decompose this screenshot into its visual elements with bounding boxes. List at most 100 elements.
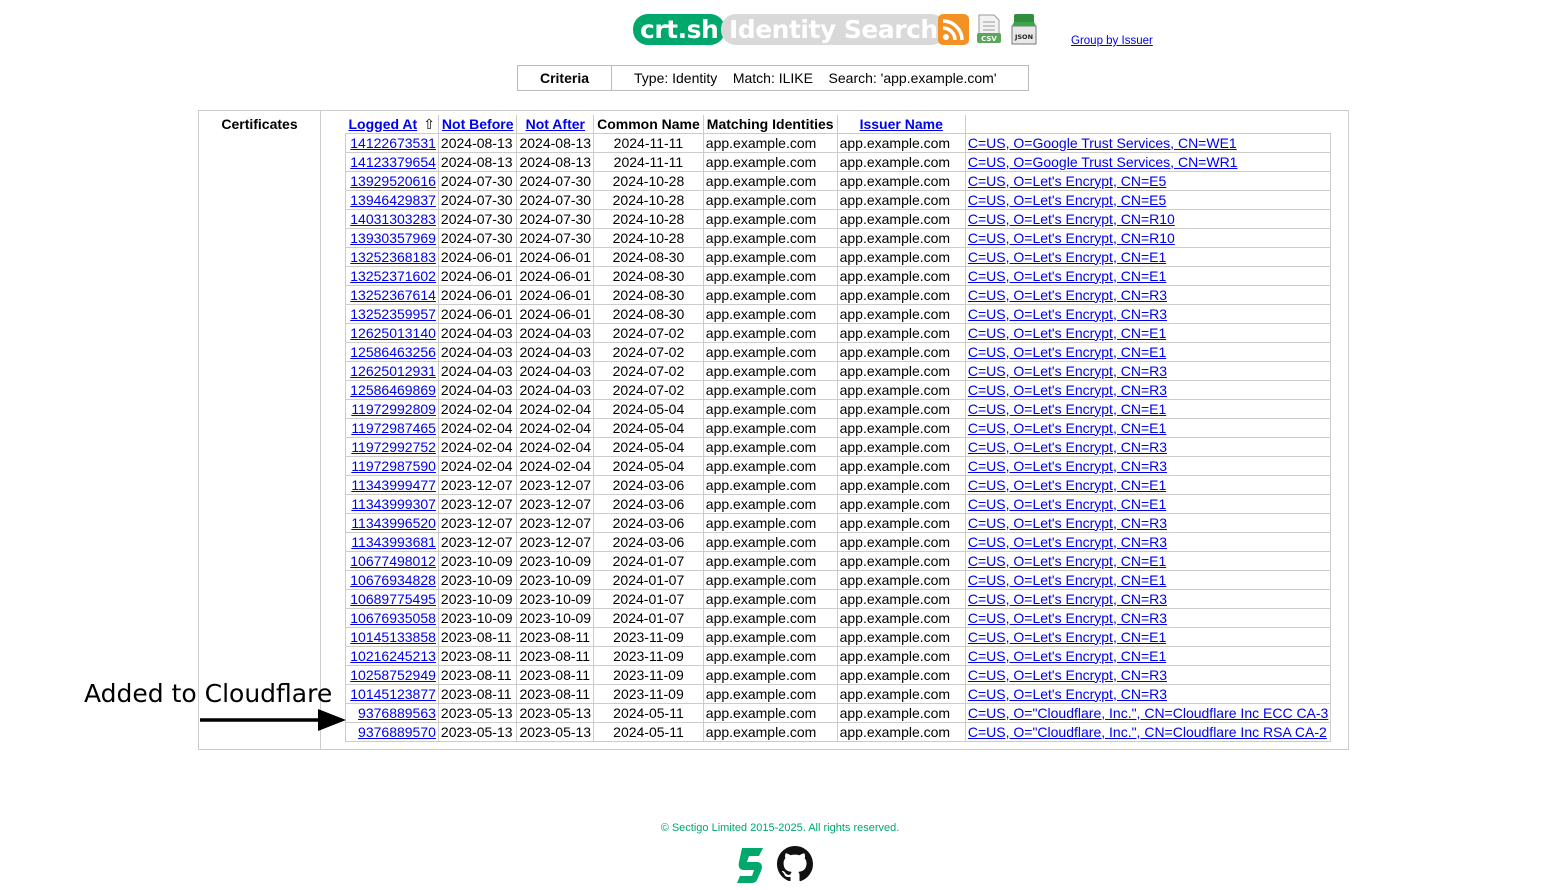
cert-id-link[interactable]: 13930357969 [350,230,436,246]
issuer-link[interactable]: C=US, O=Let's Encrypt, CN=E1 [968,553,1166,569]
issuer-link[interactable]: C=US, O=Let's Encrypt, CN=R3 [968,515,1167,531]
issuer-link[interactable]: C=US, O=Let's Encrypt, CN=E1 [968,629,1166,645]
issuer-link[interactable]: C=US, O=Let's Encrypt, CN=R3 [968,363,1167,379]
issuer-link[interactable]: C=US, O=Let's Encrypt, CN=R10 [968,211,1175,227]
cert-id-link[interactable]: 11972992809 [351,401,436,417]
cert-id-link[interactable]: 14122673531 [350,135,436,151]
cert-id-link[interactable]: 14031303283 [350,211,436,227]
cert-id-link[interactable]: 10676934828 [350,572,436,588]
results-panel: Certificates Logged At ⇧ Not Before Not A… [198,110,1349,750]
json-icon[interactable]: JSON [1010,14,1038,46]
cert-id-link[interactable]: 10677498012 [350,553,436,569]
cert-id-link[interactable]: 10145123877 [350,686,436,702]
page-header: crt.sh Identity Search CSV JSON Group by… [0,14,1560,48]
cert-id-link[interactable]: 13252359957 [350,306,436,322]
issuer-link[interactable]: C=US, O=Let's Encrypt, CN=R3 [968,382,1167,398]
cert-id-link[interactable]: 13946429837 [350,192,436,208]
cert-id-link[interactable]: 11343999477 [351,477,436,493]
cell-not-before: 2024-02-04 [516,437,595,457]
cert-id-link[interactable]: 13252371602 [350,268,436,284]
cell-not-after: 2024-01-07 [593,608,704,628]
cert-id-link[interactable]: 10689775495 [350,591,436,607]
issuer-link[interactable]: C=US, O=Let's Encrypt, CN=R3 [968,458,1167,474]
cert-id-link[interactable]: 11343999307 [351,496,436,512]
issuer-link[interactable]: C=US, O=Let's Encrypt, CN=R3 [968,591,1167,607]
column-header-logged-at[interactable]: Logged At ⇧ [345,115,439,134]
table-row: 14031303283 2024-07-30 2024-07-30 2024-10-2… [345,209,1332,229]
cell-not-after: 2024-08-30 [593,304,704,324]
issuer-link[interactable]: C=US, O=Let's Encrypt, CN=E1 [968,420,1166,436]
cert-id-link[interactable]: 10258752949 [350,667,436,683]
issuer-link[interactable]: C=US, O=Let's Encrypt, CN=E1 [968,249,1166,265]
issuer-link[interactable]: C=US, O=Let's Encrypt, CN=R3 [968,306,1167,322]
issuer-link[interactable]: C=US, O=Let's Encrypt, CN=E1 [968,496,1166,512]
column-header-not-after[interactable]: Not After [516,115,595,134]
cell-issuer-name: C=US, O=Let's Encrypt, CN=E1 [964,570,1332,590]
issuer-link[interactable]: C=US, O=Google Trust Services, CN=WE1 [968,135,1237,151]
cert-id-link[interactable]: 10676935058 [350,610,436,626]
issuer-link[interactable]: C=US, O=Let's Encrypt, CN=R3 [968,686,1167,702]
issuer-link[interactable]: C=US, O="Cloudflare, Inc.", CN=Cloudflar… [968,724,1327,740]
issuer-link[interactable]: C=US, O=Let's Encrypt, CN=E5 [968,173,1166,189]
sort-issuer-name-link[interactable]: Issuer Name [860,116,943,132]
sort-logged-at-link[interactable]: Logged At [349,116,418,132]
cert-id-link[interactable]: 11972992752 [351,439,436,455]
certificates-label: Certificates [221,116,298,132]
issuer-link[interactable]: C=US, O=Let's Encrypt, CN=E1 [968,344,1166,360]
cert-id-link[interactable]: 13252367614 [350,287,436,303]
cert-id-link[interactable]: 12586469869 [350,382,436,398]
issuer-link[interactable]: C=US, O=Let's Encrypt, CN=R3 [968,667,1167,683]
cert-id-link[interactable]: 12625012931 [350,363,436,379]
cell-issuer-name: C=US, O=Let's Encrypt, CN=E1 [964,399,1332,419]
issuer-link[interactable]: C=US, O=Let's Encrypt, CN=R10 [968,230,1175,246]
cell-not-before: 2023-10-09 [516,608,595,628]
csv-icon[interactable]: CSV [976,14,1002,44]
cell-logged-at: 2024-02-04 [437,437,518,457]
cell-not-before: 2023-12-07 [516,513,595,533]
cell-issuer-name: C=US, O=Let's Encrypt, CN=R3 [964,285,1332,305]
issuer-link[interactable]: C=US, O=Let's Encrypt, CN=E1 [968,648,1166,664]
sort-not-after-link[interactable]: Not After [526,116,585,132]
cert-id-link[interactable]: 9376889563 [358,705,436,721]
cert-id-link[interactable]: 12625013140 [350,325,436,341]
cert-id-link[interactable]: 11972987465 [351,420,436,436]
cell-not-before: 2024-07-30 [516,228,595,248]
cert-id-link[interactable]: 11972987590 [351,458,436,474]
group-by-issuer-link[interactable]: Group by Issuer [1071,35,1153,47]
issuer-link[interactable]: C=US, O=Let's Encrypt, CN=R3 [968,534,1167,550]
cell-cert-id: 13930357969 [345,228,439,248]
cell-not-after: 2024-07-02 [593,323,704,343]
issuer-link[interactable]: C=US, O="Cloudflare, Inc.", CN=Cloudflar… [968,705,1328,721]
cert-id-link[interactable]: 13252368183 [350,249,436,265]
issuer-link[interactable]: C=US, O=Let's Encrypt, CN=R3 [968,610,1167,626]
column-header-issuer-name[interactable]: Issuer Name [837,115,966,134]
sort-not-before-link[interactable]: Not Before [442,116,514,132]
cert-id-link[interactable]: 10145133858 [350,629,436,645]
cell-logged-at: 2023-10-09 [437,570,518,590]
issuer-link[interactable]: C=US, O=Let's Encrypt, CN=R3 [968,439,1167,455]
cert-id-link[interactable]: 13929520616 [350,173,436,189]
sectigo-logo-icon[interactable] [735,846,767,889]
github-icon[interactable] [777,846,813,887]
cert-id-link[interactable]: 14123379654 [350,154,436,170]
column-header-not-before[interactable]: Not Before [438,115,518,134]
issuer-link[interactable]: C=US, O=Google Trust Services, CN=WR1 [968,154,1238,170]
cert-id-link[interactable]: 11343996520 [351,515,436,531]
issuer-link[interactable]: C=US, O=Let's Encrypt, CN=E1 [968,572,1166,588]
brand-logo-link[interactable]: crt.sh [633,14,726,45]
cert-id-link[interactable]: 11343993681 [351,534,436,550]
cell-logged-at: 2024-02-04 [437,399,518,419]
cert-id-link[interactable]: 12586463256 [350,344,436,360]
issuer-link[interactable]: C=US, O=Let's Encrypt, CN=E1 [968,268,1166,284]
issuer-link[interactable]: C=US, O=Let's Encrypt, CN=E5 [968,192,1166,208]
cert-id-link[interactable]: 9376889570 [358,724,436,740]
table-row: 12586463256 2024-04-03 2024-04-03 2024-07-0… [345,342,1332,362]
issuer-link[interactable]: C=US, O=Let's Encrypt, CN=R3 [968,287,1167,303]
cert-id-link[interactable]: 10216245213 [350,648,436,664]
issuer-link[interactable]: C=US, O=Let's Encrypt, CN=E1 [968,401,1166,417]
issuer-link[interactable]: C=US, O=Let's Encrypt, CN=E1 [968,325,1166,341]
cell-logged-at: 2023-12-07 [437,513,518,533]
issuer-link[interactable]: C=US, O=Let's Encrypt, CN=E1 [968,477,1166,493]
cell-cert-id: 11343996520 [345,513,439,533]
rss-feed-icon[interactable] [938,14,969,45]
